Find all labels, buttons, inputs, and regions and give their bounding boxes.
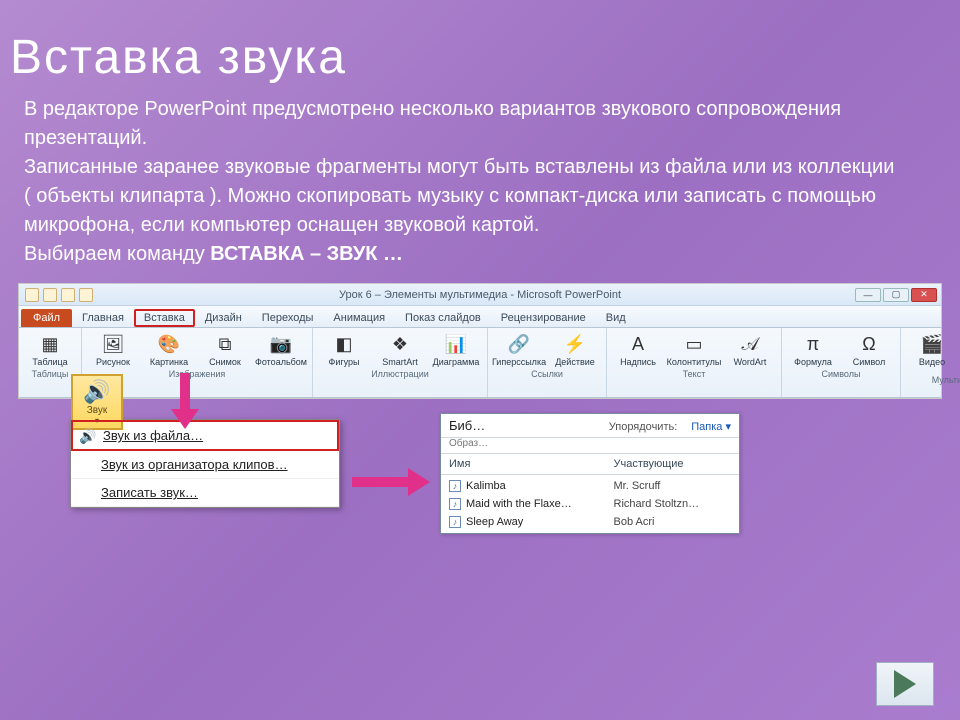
table-icon: ▦	[37, 331, 63, 357]
menu-sound-from-file[interactable]: 🔊 Звук из файла…	[71, 420, 339, 451]
btn-smartart[interactable]: ❖SmartArt	[375, 331, 425, 367]
folder-dropdown[interactable]: Папка ▾	[691, 420, 731, 433]
tab-design[interactable]: Дизайн	[195, 309, 252, 327]
arrow-icon	[180, 373, 199, 429]
lower-area: 🔊 Звук ▾ 🔊 Звук из файла… Звук из органи…	[0, 419, 960, 649]
shapes-icon: ◧	[331, 331, 357, 357]
speaker-icon: 🔊	[79, 428, 96, 445]
powerpoint-ribbon: Урок 6 – Элементы мультимедиа - Microsof…	[18, 283, 942, 399]
file-rows: ♪Kalimba Mr. Scruff ♪Maid with the Flaxe…	[441, 475, 739, 533]
breadcrumb[interactable]: Биб…	[449, 418, 485, 433]
body-p3-prefix: Выбираем команду	[24, 243, 210, 265]
col-artist[interactable]: Участвующие	[614, 458, 732, 470]
body-p2: Записанные заранее звуковые фрагменты мо…	[24, 156, 894, 236]
menu-record-sound[interactable]: Записать звук…	[71, 479, 339, 507]
picture-icon: 🖼	[100, 331, 126, 357]
btn-formula[interactable]: πФормула	[788, 331, 838, 367]
maximize-button[interactable]: ▢	[883, 288, 909, 302]
window-caption: Урок 6 – Элементы мультимедиа - Microsof…	[339, 289, 621, 301]
list-item[interactable]: ♪Maid with the Flaxe… Richard Stoltzn…	[441, 495, 739, 513]
music-note-icon: ♪	[449, 480, 461, 492]
slide-title: Вставка звука	[0, 0, 960, 95]
tab-home[interactable]: Главная	[72, 309, 134, 327]
action-icon: ⚡	[562, 331, 588, 357]
hyperlink-icon: 🔗	[506, 331, 532, 357]
body-p3-bold: ВСТАВКА – ЗВУК …	[210, 243, 403, 265]
btn-picture[interactable]: 🖼Рисунок	[88, 331, 138, 367]
qat-item[interactable]	[61, 288, 75, 302]
btn-wordart[interactable]: 𝒜WordArt	[725, 331, 775, 367]
btn-chart[interactable]: 📊Диаграмма	[431, 331, 481, 367]
close-button[interactable]: ✕	[911, 288, 937, 302]
group-title: Текст	[683, 369, 706, 379]
tab-review[interactable]: Рецензирование	[491, 309, 596, 327]
btn-shapes[interactable]: ◧Фигуры	[319, 331, 369, 367]
tab-slideshow[interactable]: Показ слайдов	[395, 309, 491, 327]
ribbon-tabs: Файл Главная Вставка Дизайн Переходы Ани…	[19, 306, 941, 328]
group-title: Ссылки	[531, 369, 563, 379]
window-titlebar: Урок 6 – Элементы мультимедиа - Microsof…	[19, 284, 941, 306]
group-text: AНадпись ▭Колонтитулы 𝒜WordArt Текст	[607, 328, 782, 397]
textbox-icon: A	[625, 331, 651, 357]
col-name[interactable]: Имя	[449, 458, 614, 470]
music-note-icon: ♪	[449, 498, 461, 510]
tab-animations[interactable]: Анимация	[323, 309, 395, 327]
btn-clipart[interactable]: 🎨Картинка	[144, 331, 194, 367]
list-item[interactable]: ♪Sleep Away Bob Acri	[441, 513, 739, 531]
sound-button-label: Звук	[73, 405, 121, 416]
btn-textbox[interactable]: AНадпись	[613, 331, 663, 367]
column-headers[interactable]: Имя Участвующие	[441, 454, 739, 475]
quick-access-toolbar	[19, 288, 93, 302]
btn-album[interactable]: 📷Фотоальбом	[256, 331, 306, 367]
music-note-icon: ♪	[449, 516, 461, 528]
qat-item[interactable]	[79, 288, 93, 302]
tab-transitions[interactable]: Переходы	[252, 309, 324, 327]
headerfooter-icon: ▭	[681, 331, 707, 357]
breadcrumb-sub: Образ…	[441, 438, 739, 454]
next-slide-button[interactable]	[876, 662, 934, 706]
minimize-button[interactable]: —	[855, 288, 881, 302]
formula-icon: π	[800, 331, 826, 357]
menu-sound-from-organizer[interactable]: Звук из организатора клипов…	[71, 451, 339, 479]
video-icon: 🎬	[919, 331, 945, 357]
btn-table[interactable]: ▦ Таблица	[25, 331, 75, 367]
btn-video[interactable]: 🎬Видео	[907, 331, 957, 373]
play-icon	[894, 670, 916, 698]
ribbon-body: ▦ Таблица Таблицы 🖼Рисунок 🎨Картинка ⧉Сн…	[19, 328, 941, 398]
btn-symbol[interactable]: ΩСимвол	[844, 331, 894, 367]
group-media: 🎬Видео 🔊Звук Мультимедиа	[901, 328, 960, 397]
btn-screenshot[interactable]: ⧉Снимок	[200, 331, 250, 367]
slide-body: В редакторе PowerPoint предусмотрено нес…	[0, 95, 920, 269]
group-symbols: πФормула ΩСимвол Символы	[782, 328, 901, 397]
tab-view[interactable]: Вид	[596, 309, 636, 327]
symbol-icon: Ω	[856, 331, 882, 357]
btn-headerfooter[interactable]: ▭Колонтитулы	[669, 331, 719, 367]
tab-insert[interactable]: Вставка	[134, 309, 195, 327]
file-open-dialog: Биб… Упорядочить: Папка ▾ Образ… Имя Уча…	[440, 413, 740, 534]
screenshot-icon: ⧉	[212, 331, 238, 357]
list-item[interactable]: ♪Kalimba Mr. Scruff	[441, 477, 739, 495]
album-icon: 📷	[268, 331, 294, 357]
sort-label: Упорядочить:	[609, 421, 678, 433]
chart-icon: 📊	[443, 331, 469, 357]
btn-action[interactable]: ⚡Действие	[550, 331, 600, 367]
qat-item[interactable]	[43, 288, 57, 302]
group-title: Символы	[822, 369, 861, 379]
group-title: Мультимедиа	[932, 375, 960, 385]
sound-dropdown-menu: 🔊 Звук ▾ 🔊 Звук из файла… Звук из органи…	[70, 419, 340, 508]
qat-item[interactable]	[25, 288, 39, 302]
group-illustrations: ◧Фигуры ❖SmartArt 📊Диаграмма Иллюстрации	[313, 328, 488, 397]
wordart-icon: 𝒜	[737, 331, 763, 357]
btn-hyperlink[interactable]: 🔗Гиперссылка	[494, 331, 544, 367]
tab-file[interactable]: Файл	[21, 309, 72, 327]
body-p1: В редакторе PowerPoint предусмотрено нес…	[24, 98, 841, 149]
clipart-icon: 🎨	[156, 331, 182, 357]
group-links: 🔗Гиперссылка ⚡Действие Ссылки	[488, 328, 607, 397]
smartart-icon: ❖	[387, 331, 413, 357]
group-title: Иллюстрации	[371, 369, 429, 379]
group-title: Таблицы	[32, 369, 69, 379]
speaker-icon: 🔊	[73, 379, 121, 405]
